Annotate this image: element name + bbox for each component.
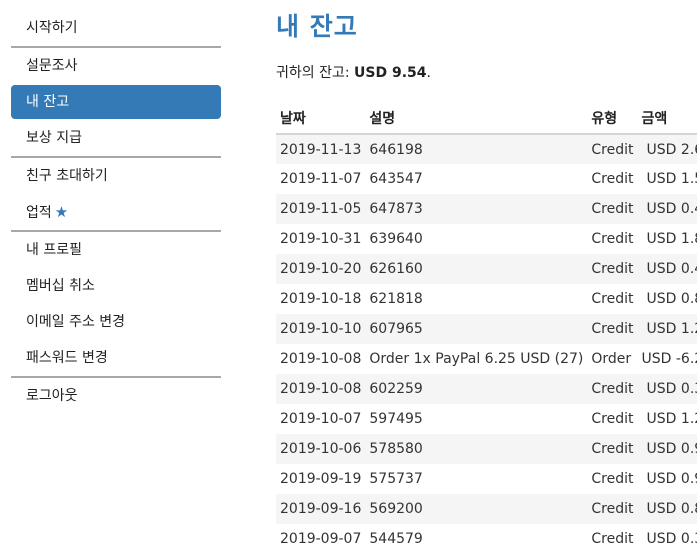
balance-summary: 귀하의 잔고: USD 9.54. bbox=[276, 65, 691, 81]
column-header-date: 날짜 bbox=[276, 102, 366, 135]
table-row: 2019-11-07 643547 Credit USD 1.53 bbox=[276, 164, 697, 194]
cell-description: 626160 bbox=[369, 261, 423, 277]
cell-type: Credit bbox=[591, 381, 634, 397]
cell-description: 569200 bbox=[369, 501, 423, 517]
cell-description: 643547 bbox=[369, 171, 423, 187]
cell-date: 2019-10-08 bbox=[280, 351, 362, 367]
balance-value: USD 9.54 bbox=[354, 65, 427, 81]
cell-date: 2019-10-06 bbox=[280, 441, 362, 457]
cell-type: Credit bbox=[591, 471, 634, 487]
cell-amount: USD 0.81 bbox=[646, 501, 697, 517]
sidebar-item-surveys[interactable]: 설문조사 bbox=[11, 48, 221, 84]
main-content: 내 잔고 귀하의 잔고: USD 9.54. 날짜 설명 유형 금액 2019-… bbox=[276, 0, 697, 553]
column-header-amount: 금액 bbox=[637, 102, 697, 135]
cell-description: 544579 bbox=[369, 531, 423, 547]
cell-description: 578580 bbox=[369, 441, 423, 457]
cell-description: 646198 bbox=[369, 141, 423, 158]
cell-description: 575737 bbox=[369, 471, 423, 487]
sidebar-item-achievements[interactable]: 업적 ★ bbox=[11, 194, 221, 230]
cell-amount: USD 0.35 bbox=[646, 381, 697, 397]
cell-type: Credit bbox=[591, 141, 634, 158]
cell-date: 2019-10-18 bbox=[280, 291, 362, 307]
cell-amount: USD 0.99 bbox=[646, 471, 697, 487]
sidebar-item-getting-started[interactable]: 시작하기 bbox=[11, 10, 221, 46]
sidebar-item-logout[interactable]: 로그아웃 bbox=[11, 378, 221, 414]
sidebar-item-my-profile[interactable]: 내 프로필 bbox=[11, 232, 221, 268]
balance-label: 귀하의 잔고: bbox=[276, 65, 355, 81]
cell-amount: USD 1.89 bbox=[646, 231, 697, 247]
cell-description: 607965 bbox=[369, 321, 423, 337]
cell-date: 2019-11-05 bbox=[280, 201, 362, 217]
cell-date: 2019-09-07 bbox=[280, 531, 362, 547]
cell-amount: USD 1.26 bbox=[646, 321, 697, 337]
sidebar-item-change-email[interactable]: 이메일 주소 변경 bbox=[11, 304, 221, 340]
cell-date: 2019-10-07 bbox=[280, 411, 362, 427]
sidebar-nav: 시작하기 설문조사 내 잔고 보상 지급 친구 초대하기 업적 ★ 내 프로필 멤… bbox=[11, 10, 221, 414]
cell-date: 2019-10-08 bbox=[280, 381, 362, 397]
column-header-type: 유형 bbox=[587, 102, 638, 135]
table-row: 2019-09-19 575737 Credit USD 0.99 bbox=[276, 464, 697, 494]
cell-type: Order bbox=[591, 351, 632, 367]
cell-amount: USD 0.45 bbox=[646, 261, 697, 277]
cell-date: 2019-09-19 bbox=[280, 471, 362, 487]
cell-type: Credit bbox=[591, 411, 634, 427]
transactions-table: 날짜 설명 유형 금액 2019-11-13 646198 Credit USD 2.… bbox=[276, 102, 697, 553]
transactions-body: 2019-11-13 646198 Credit USD 2.61 2019-11-07… bbox=[276, 134, 697, 553]
cell-type: Credit bbox=[591, 531, 634, 547]
table-row: 2019-10-08 602259 Credit USD 0.35 bbox=[276, 374, 697, 404]
cell-description: Order 1x PayPal 6.25 USD (27) bbox=[369, 351, 584, 367]
cell-amount: USD 0.81 bbox=[646, 291, 697, 307]
sidebar-item-invite-friends[interactable]: 친구 초대하기 bbox=[11, 158, 221, 194]
cell-amount: USD -6.25 bbox=[641, 351, 697, 367]
cell-description: 602259 bbox=[369, 381, 423, 397]
cell-amount: USD 0.99 bbox=[646, 441, 697, 457]
cell-date: 2019-11-13 bbox=[280, 141, 362, 158]
cell-type: Credit bbox=[591, 441, 634, 457]
cell-amount: USD 1.26 bbox=[646, 411, 697, 427]
balance-suffix: . bbox=[426, 65, 431, 81]
page-title: 내 잔고 bbox=[276, 12, 358, 41]
cell-type: Credit bbox=[591, 291, 634, 307]
table-row: 2019-10-31 639640 Credit USD 1.89 bbox=[276, 224, 697, 254]
cell-type: Credit bbox=[591, 201, 634, 217]
cell-description: 597495 bbox=[369, 411, 423, 427]
cell-date: 2019-10-31 bbox=[280, 231, 362, 247]
sidebar-item-label: 업적 bbox=[26, 205, 52, 221]
cell-type: Credit bbox=[591, 321, 634, 337]
cell-amount: USD 0.45 bbox=[646, 201, 697, 217]
table-row: 2019-10-10 607965 Credit USD 1.26 bbox=[276, 314, 697, 344]
cell-date: 2019-10-20 bbox=[280, 261, 362, 277]
sidebar-item-change-password[interactable]: 패스워드 변경 bbox=[11, 340, 221, 376]
sidebar-item-rewards[interactable]: 보상 지급 bbox=[11, 120, 221, 156]
cell-type: Credit bbox=[591, 231, 634, 247]
sidebar-item-my-balance[interactable]: 내 잔고 bbox=[11, 85, 221, 119]
table-row: 2019-10-07 597495 Credit USD 1.26 bbox=[276, 404, 697, 434]
cell-date: 2019-09-16 bbox=[280, 501, 362, 517]
cell-amount: USD 2.61 bbox=[646, 141, 697, 158]
cell-description: 621818 bbox=[369, 291, 423, 307]
cell-type: Credit bbox=[591, 261, 634, 277]
cell-description: 647873 bbox=[369, 201, 423, 217]
table-header-row: 날짜 설명 유형 금액 bbox=[276, 102, 697, 135]
star-icon: ★ bbox=[54, 203, 69, 221]
table-row: 2019-10-06 578580 Credit USD 0.99 bbox=[276, 434, 697, 464]
cell-type: Credit bbox=[591, 501, 634, 517]
cell-type: Credit bbox=[591, 171, 634, 187]
cell-description: 639640 bbox=[369, 231, 423, 247]
table-row: 2019-09-16 569200 Credit USD 0.81 bbox=[276, 494, 697, 524]
table-row: 2019-10-08 Order 1x PayPal 6.25 USD (27) O… bbox=[276, 344, 697, 374]
table-row: 2019-10-20 626160 Credit USD 0.45 bbox=[276, 254, 697, 284]
table-row: 2019-10-18 621818 Credit USD 0.81 bbox=[276, 284, 697, 314]
sidebar-item-cancel-membership[interactable]: 멤버십 취소 bbox=[11, 268, 221, 304]
table-row: 2019-11-05 647873 Credit USD 0.45 bbox=[276, 194, 697, 224]
column-header-description: 설명 bbox=[365, 102, 588, 135]
cell-date: 2019-10-10 bbox=[280, 321, 362, 337]
table-row: 2019-11-13 646198 Credit USD 2.61 bbox=[276, 134, 697, 164]
table-row: 2019-09-07 544579 Credit USD 0.35 bbox=[276, 524, 697, 553]
cell-date: 2019-11-07 bbox=[280, 171, 362, 187]
cell-amount: USD 1.53 bbox=[646, 171, 697, 187]
cell-amount: USD 0.35 bbox=[646, 531, 697, 547]
